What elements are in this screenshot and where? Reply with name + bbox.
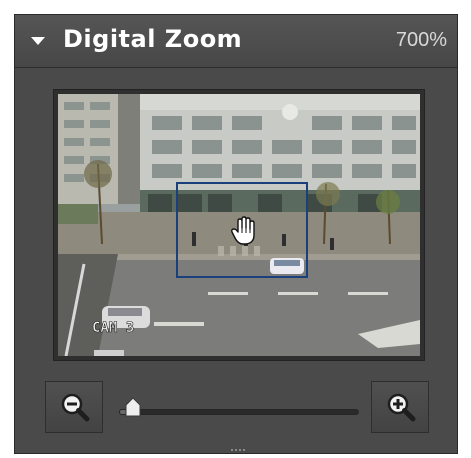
zoom-out-button[interactable] <box>45 381 103 433</box>
hand-cursor-icon <box>231 216 255 245</box>
triangle-down-icon[interactable] <box>31 37 45 45</box>
panel-title: Digital Zoom <box>63 25 243 53</box>
zoom-level-readout: 700% <box>395 29 447 51</box>
panel-header[interactable]: Digital Zoom 700% <box>15 15 457 68</box>
camera-preview: CAM 3 <box>53 89 425 361</box>
resize-grip-icon[interactable] <box>231 447 245 453</box>
zoom-slider-thumb[interactable] <box>125 397 141 417</box>
magnifier-plus-icon <box>387 393 416 422</box>
zoom-region-box[interactable] <box>176 182 308 278</box>
camera-label: CAM 3 <box>92 320 134 336</box>
zoom-controls <box>15 375 457 441</box>
zoom-in-button[interactable] <box>371 381 429 433</box>
digital-zoom-panel: Digital Zoom 700% CAM 3 <box>14 14 458 454</box>
zoom-slider-track[interactable] <box>119 409 359 415</box>
camera-image[interactable]: CAM 3 <box>58 94 420 356</box>
magnifier-minus-icon <box>61 393 90 422</box>
